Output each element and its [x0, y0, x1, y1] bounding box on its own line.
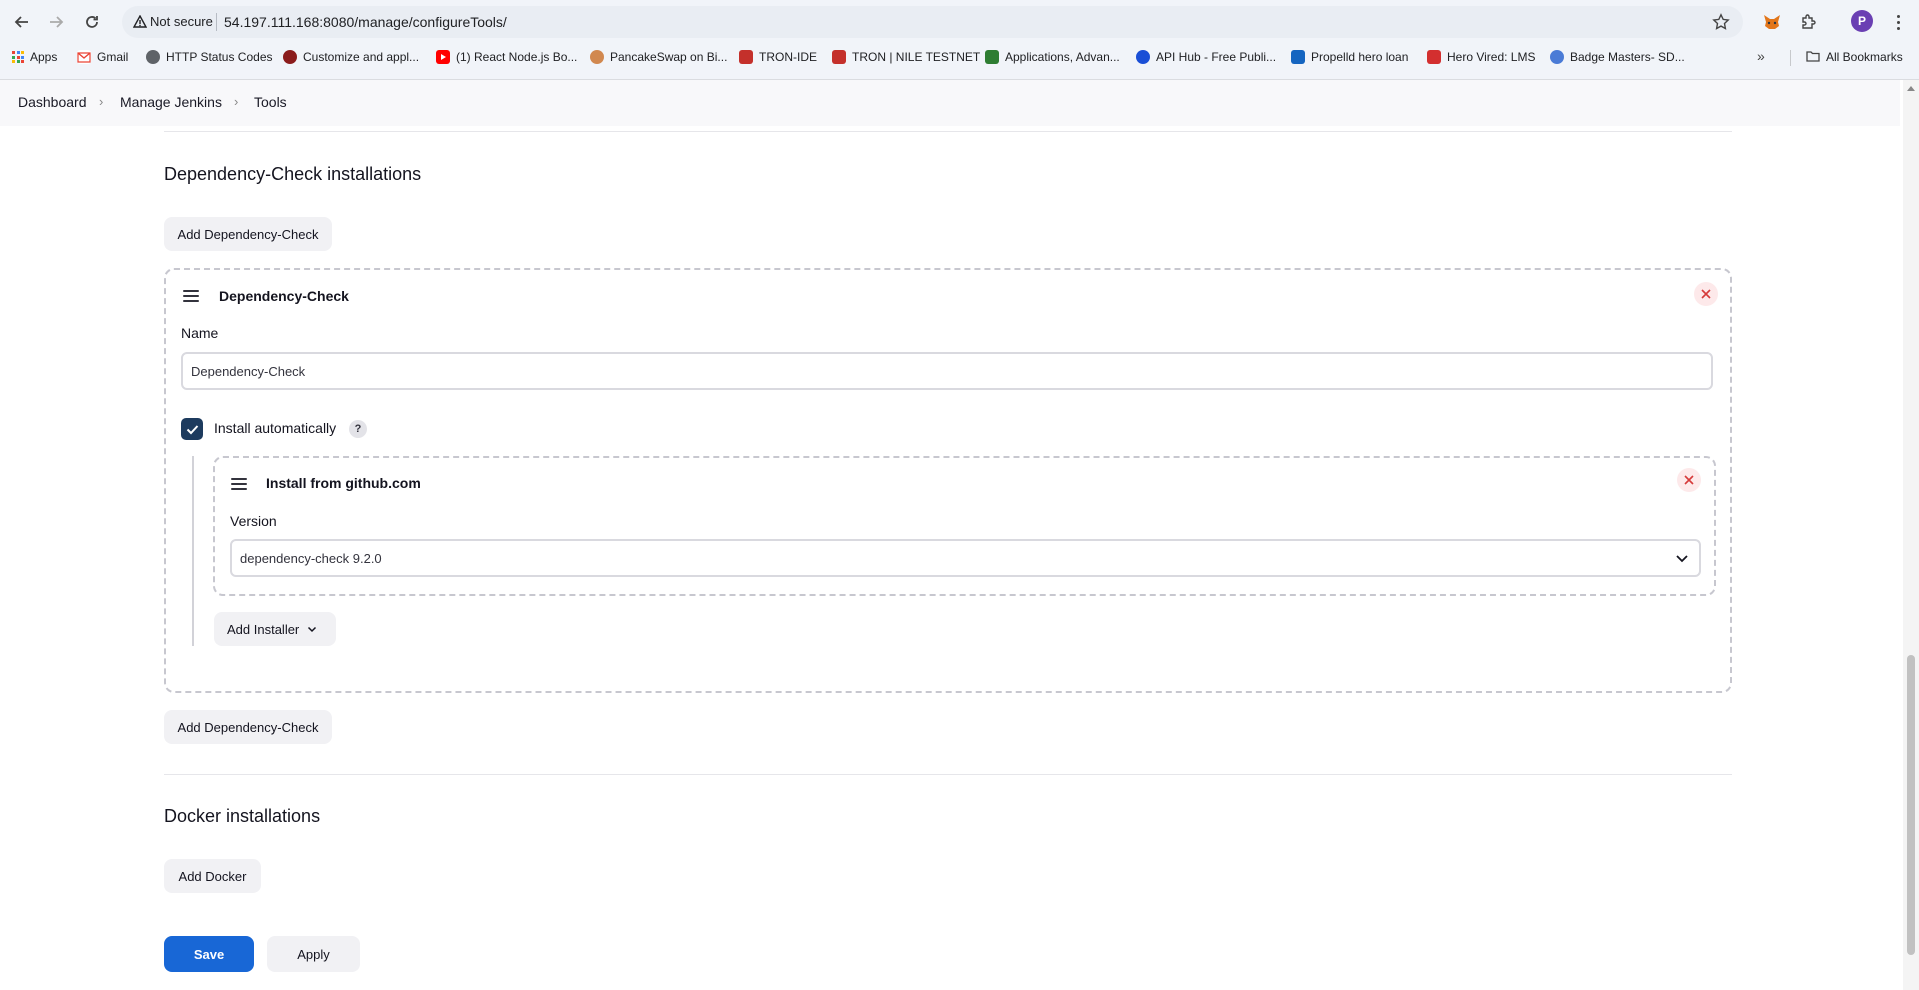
install-automatically-label[interactable]: Install automatically	[214, 420, 336, 436]
bookmark-tron-nile[interactable]: TRON | NILE TESTNET	[832, 46, 980, 68]
tron-icon	[739, 50, 753, 64]
add-dependency-check-button[interactable]: Add Dependency-Check	[164, 217, 332, 251]
add-docker-button[interactable]: Add Docker	[164, 859, 261, 893]
delete-dependency-check-close-icon[interactable]	[1694, 282, 1718, 306]
bookmark-label: (1) React Node.js Bo...	[456, 50, 578, 64]
card-title: Dependency-Check	[219, 288, 349, 304]
drag-handle-icon[interactable]	[183, 290, 199, 302]
name-input[interactable]: Dependency-Check	[181, 352, 1713, 390]
bookmark-hero-vired[interactable]: Hero Vired: LMS	[1427, 46, 1535, 68]
breadcrumb: Dashboard › Manage Jenkins › Tools	[0, 80, 1900, 126]
name-label: Name	[181, 325, 219, 341]
indent-line	[192, 456, 194, 646]
bookmarks-bar: Apps Gmail HTTP Status Codes Customize a…	[0, 46, 1760, 70]
help-icon[interactable]: ?	[349, 420, 367, 438]
add-dependency-check-bottom-button[interactable]: Add Dependency-Check	[164, 710, 332, 744]
drag-handle-icon[interactable]	[231, 478, 247, 490]
docker-section-title: Docker installations	[164, 806, 321, 826]
reload-icon[interactable]	[78, 8, 106, 36]
bookmark-label: HTTP Status Codes	[166, 50, 273, 64]
breadcrumb-chevron-icon: ›	[99, 94, 104, 109]
bookmark-label: Apps	[30, 50, 58, 64]
section-divider	[164, 774, 1732, 775]
bookmark-http-status[interactable]: HTTP Status Codes	[146, 46, 273, 68]
omnibox-separator	[216, 13, 217, 31]
youtube-icon	[436, 50, 450, 64]
scroll-up-arrow-icon[interactable]	[1907, 86, 1915, 91]
apps-grid-icon	[12, 51, 24, 63]
pancakeswap-icon	[590, 50, 604, 64]
vertical-scrollbar[interactable]	[1903, 80, 1919, 990]
bookmarks-separator	[1790, 50, 1791, 66]
bookmark-youtube[interactable]: (1) React Node.js Bo...	[436, 46, 577, 68]
bookmark-label: Customize and appl...	[303, 50, 420, 64]
add-installer-button[interactable]: Add Installer	[214, 612, 336, 646]
version-select[interactable]: dependency-check 9.2.0	[230, 539, 1701, 577]
bookmarks-overflow-chevron-icon[interactable]: »	[1757, 48, 1765, 64]
globe-icon	[146, 50, 160, 64]
site-favicon-icon	[283, 50, 297, 64]
url-text[interactable]: 54.197.111.168:8080/manage/configureTool…	[224, 14, 507, 30]
hero-vired-icon	[1427, 50, 1441, 64]
bookmark-propelld[interactable]: Propelld hero loan	[1291, 46, 1408, 68]
tron-icon	[832, 50, 846, 64]
delete-installer-close-icon[interactable]	[1677, 468, 1701, 492]
gmail-icon	[77, 50, 91, 64]
add-installer-label: Add Installer	[227, 621, 300, 637]
breadcrumb-chevron-icon: ›	[234, 94, 239, 109]
bookmark-gmail[interactable]: Gmail	[77, 46, 128, 68]
extensions-puzzle-icon[interactable]	[1797, 10, 1821, 34]
browser-menu-icon[interactable]	[1893, 10, 1903, 34]
install-automatically-checkbox[interactable]	[181, 418, 203, 440]
all-bookmarks[interactable]: All Bookmarks	[1806, 46, 1903, 68]
chevron-down-icon	[307, 624, 317, 634]
bookmark-api-hub[interactable]: API Hub - Free Publi...	[1136, 46, 1276, 68]
bookmark-label: TRON | NILE TESTNET	[852, 50, 981, 64]
apply-button[interactable]: Apply	[267, 936, 360, 972]
bookmark-badge-masters[interactable]: Badge Masters- SD...	[1550, 46, 1685, 68]
scrollbar-thumb[interactable]	[1907, 655, 1915, 955]
profile-avatar[interactable]: P	[1851, 10, 1873, 32]
folder-icon	[1806, 50, 1820, 65]
back-arrow-icon[interactable]	[8, 8, 36, 36]
bookmark-label: API Hub - Free Publi...	[1156, 50, 1277, 64]
divider	[164, 131, 1732, 132]
breadcrumb-manage-jenkins[interactable]: Manage Jenkins	[120, 94, 222, 110]
bookmark-apps[interactable]: Apps	[12, 46, 57, 68]
metamask-fox-icon[interactable]	[1760, 10, 1784, 34]
bookmark-label: Gmail	[97, 50, 129, 64]
site-favicon-icon	[985, 50, 999, 64]
bookmark-label: Applications, Advan...	[1005, 50, 1120, 64]
security-label[interactable]: Not secure	[150, 14, 213, 29]
breadcrumb-dashboard[interactable]: Dashboard	[18, 94, 87, 110]
bookmark-applications[interactable]: Applications, Advan...	[985, 46, 1120, 68]
warning-icon	[132, 14, 148, 30]
version-selected-value: dependency-check 9.2.0	[240, 550, 382, 566]
chevron-down-icon	[1675, 551, 1689, 565]
bookmark-label: TRON-IDE	[759, 50, 817, 64]
bookmark-customize[interactable]: Customize and appl...	[283, 46, 419, 68]
dependency-check-section-title: Dependency-Check installations	[164, 164, 422, 184]
bookmark-star-icon[interactable]	[1711, 12, 1731, 32]
bookmark-label: Propelld hero loan	[1311, 50, 1409, 64]
save-button[interactable]: Save	[164, 936, 254, 972]
api-hub-icon	[1136, 50, 1150, 64]
installer-title: Install from github.com	[266, 475, 421, 491]
bookmark-label: Hero Vired: LMS	[1447, 50, 1536, 64]
badge-icon	[1550, 50, 1564, 64]
version-label: Version	[230, 513, 277, 529]
dependency-check-card: Dependency-Check Name Dependency-Check I…	[164, 268, 1732, 693]
installer-card: Install from github.com Version dependen…	[213, 456, 1716, 596]
all-bookmarks-label: All Bookmarks	[1826, 50, 1903, 64]
forward-arrow-icon[interactable]	[42, 8, 70, 36]
bookmark-label: PancakeSwap on Bi...	[610, 50, 728, 64]
bookmark-label: Badge Masters- SD...	[1570, 50, 1685, 64]
bookmark-pancakeswap[interactable]: PancakeSwap on Bi...	[590, 46, 727, 68]
bookmark-tron-ide[interactable]: TRON-IDE	[739, 46, 817, 68]
propelld-icon	[1291, 50, 1305, 64]
address-bar[interactable]: Not secure 54.197.111.168:8080/manage/co…	[122, 6, 1743, 38]
breadcrumb-tools[interactable]: Tools	[254, 94, 287, 110]
